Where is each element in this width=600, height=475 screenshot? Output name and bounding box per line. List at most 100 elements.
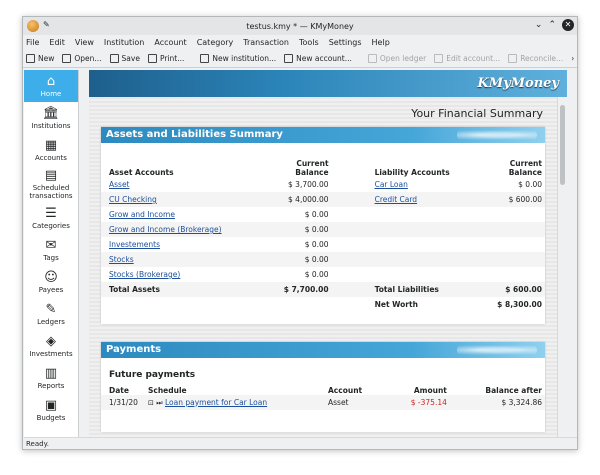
sidebar-item-investments[interactable]: ◈ Investments (24, 330, 78, 362)
menu-settings[interactable]: Settings (329, 38, 362, 47)
ledger-icon: ✎ (45, 301, 57, 317)
app-logo: KMyMoney (477, 76, 559, 91)
account-link-investements[interactable]: Investements (109, 240, 160, 249)
decoration-swirl-icon (457, 344, 537, 356)
sidebar-item-ledgers[interactable]: ✎ Ledgers (24, 298, 78, 330)
categories-icon: ☰ (45, 205, 57, 221)
new-institution-button[interactable]: New institution... (200, 54, 276, 63)
new-button[interactable]: New (26, 54, 54, 63)
payments-panel: Payments Future payments Date Schedule A… (101, 342, 545, 432)
date-header: Date (109, 386, 129, 395)
sidebar-item-label: Home (40, 89, 62, 98)
menu-account[interactable]: Account (154, 38, 186, 47)
open-ledger-button[interactable]: Open ledger (367, 54, 427, 63)
summary-table: Asset Accounts Current Balance Liability… (101, 155, 545, 312)
printer-icon (147, 54, 157, 63)
account-balance: $ 4,000.00 (267, 192, 332, 207)
menu-help[interactable]: Help (372, 38, 390, 47)
sidebar-item-categories[interactable]: ☰ Categories (24, 202, 78, 234)
close-icon[interactable]: ✕ (562, 19, 574, 31)
open-label: Open... (74, 54, 102, 63)
net-worth-row: Net Worth $ 8,300.00 (101, 297, 545, 312)
open-button[interactable]: Open... (62, 54, 102, 63)
liability-balance-header: Current Balance (508, 159, 542, 177)
schedule-link[interactable]: Loan payment for Car Loan (165, 398, 267, 407)
account-link-stocks[interactable]: Stocks (109, 255, 134, 264)
chevron-right-icon[interactable]: › (571, 54, 574, 63)
home-view: KMyMoney Your Financial Summary Assets a… (89, 70, 567, 437)
status-bar: Ready. (24, 437, 577, 449)
payments-table: Date Schedule Account Amount Balance aft… (101, 380, 545, 410)
content-scrollbar[interactable] (557, 97, 567, 437)
account-balance: $ 0.00 (267, 222, 332, 237)
menu-tools[interactable]: Tools (299, 38, 319, 47)
schedule-header: Schedule (148, 386, 187, 395)
table-row: Stocks (Brokerage) $ 0.00 (101, 267, 545, 282)
assets-liabilities-panel: Assets and Liabilities Summary Asset Acc… (101, 127, 545, 324)
pin-icon[interactable]: ✎ (43, 20, 50, 29)
new-file-icon (26, 54, 35, 63)
reconcile-label: Reconcile... (520, 54, 564, 63)
sidebar: ⌂ Home 🏛 Institutions ▦ Accounts ▤ Scheduled… (24, 70, 79, 437)
investment-icon: ◈ (46, 333, 56, 349)
account-link-stocks-brokerage[interactable]: Stocks (Brokerage) (109, 270, 180, 279)
save-button[interactable]: Save (109, 54, 140, 63)
total-liabilities-value: $ 600.00 (481, 282, 545, 297)
menu-file[interactable]: File (26, 38, 39, 47)
edit-icon (434, 54, 444, 63)
sidebar-item-reports[interactable]: ▥ Reports (24, 362, 78, 394)
reconcile-icon (508, 54, 518, 63)
account-balance: $ 0.00 (304, 240, 329, 249)
account-link-cu-checking[interactable]: CU Checking (109, 195, 157, 204)
table-row: Grow and Income $ 0.00 (101, 207, 545, 222)
account-link-grow-and-income[interactable]: Grow and Income (109, 210, 175, 219)
menu-category[interactable]: Category (197, 38, 234, 47)
accounts-icon (284, 54, 294, 63)
table-row: Asset $ 3,700.00 Car Loan $ 0.00 (101, 177, 545, 192)
future-payments-title: Future payments (109, 370, 196, 380)
print-button[interactable]: Print... (147, 54, 185, 63)
sidebar-item-label: Accounts (35, 153, 67, 162)
new-institution-label: New institution... (212, 54, 277, 63)
app-icon[interactable] (27, 20, 39, 32)
payment-date: 1/31/20 (101, 395, 145, 410)
sidebar-item-scheduled-transactions[interactable]: ▤ Scheduled transactions (24, 166, 78, 202)
menu-transaction[interactable]: Transaction (243, 38, 289, 47)
skip-schedule-icon[interactable]: ⏭ (156, 399, 162, 407)
account-link-credit-card[interactable]: Credit Card (375, 195, 417, 204)
account-link-grow-and-income-brokerage[interactable]: Grow and Income (Brokerage) (109, 225, 222, 234)
table-row: CU Checking $ 4,000.00 Credit Card $ 600… (101, 192, 545, 207)
menu-edit[interactable]: Edit (49, 38, 65, 47)
sidebar-item-home[interactable]: ⌂ Home (24, 70, 78, 102)
account-link-asset[interactable]: Asset (109, 180, 130, 189)
menu-view[interactable]: View (75, 38, 94, 47)
account-balance: $ 0.00 (518, 180, 542, 189)
sidebar-item-label: Categories (32, 221, 70, 230)
sidebar-item-institutions[interactable]: 🏛 Institutions (24, 102, 78, 134)
scrollbar-thumb[interactable] (560, 105, 565, 185)
minimize-icon[interactable]: ⌄ (535, 20, 543, 30)
maximize-icon[interactable]: ⌃ (548, 20, 556, 30)
print-label: Print... (159, 54, 185, 63)
report-icon: ▥ (44, 365, 58, 381)
sidebar-item-tags[interactable]: ✉ Tags (24, 234, 78, 266)
page-title: Your Financial Summary (411, 107, 543, 120)
folder-icon (62, 54, 72, 63)
enter-schedule-icon[interactable]: ⊡ (148, 399, 154, 407)
menu-bar: File Edit View Institution Account Categ… (23, 35, 577, 50)
account-link-car-loan[interactable]: Car Loan (375, 180, 408, 189)
app-window: ✎ testus.kmy * — KMyMoney ⌄ ⌃ ✕ File Edi… (22, 16, 578, 450)
budget-icon: ▣ (44, 397, 58, 413)
edit-account-button[interactable]: Edit account... (434, 54, 500, 63)
header-banner: KMyMoney (89, 70, 567, 97)
open-ledger-label: Open ledger (379, 54, 427, 63)
sidebar-item-accounts[interactable]: ▦ Accounts (24, 134, 78, 166)
title-bar: ✎ testus.kmy * — KMyMoney ⌄ ⌃ ✕ (23, 17, 577, 35)
sidebar-item-budgets[interactable]: ▣ Budgets (24, 394, 78, 426)
new-account-button[interactable]: New account... (284, 54, 352, 63)
total-assets-label: Total Assets (101, 282, 268, 297)
reconcile-button[interactable]: Reconcile... (508, 54, 563, 63)
sidebar-item-label: Scheduled transactions (29, 183, 73, 200)
menu-institution[interactable]: Institution (104, 38, 145, 47)
sidebar-item-payees[interactable]: ☺ Payees (24, 266, 78, 298)
